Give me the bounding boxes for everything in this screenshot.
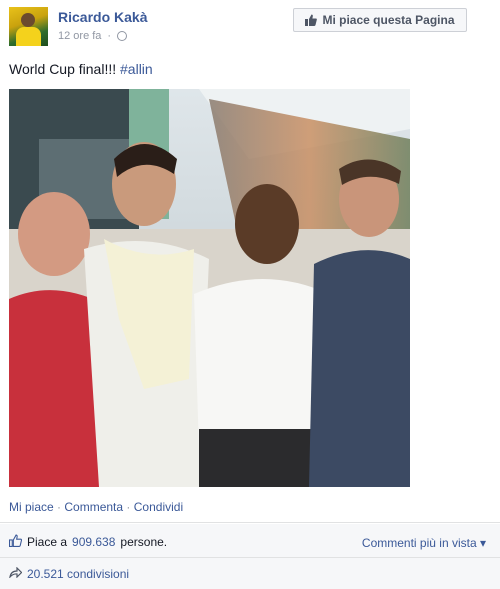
comments-sort-dropdown[interactable]: Commenti più in vista ▾ bbox=[362, 536, 486, 550]
section-divider bbox=[0, 522, 500, 523]
thumb-up-icon bbox=[9, 534, 23, 550]
likes-count[interactable]: 909.638 bbox=[72, 535, 115, 549]
like-page-button[interactable]: Mi piace questa Pagina bbox=[293, 8, 467, 32]
action-separator: · bbox=[57, 500, 62, 514]
hashtag-link[interactable]: #allin bbox=[120, 61, 153, 77]
author-name[interactable]: Ricardo Kakà bbox=[58, 9, 147, 25]
globe-icon[interactable] bbox=[117, 31, 128, 41]
likes-summary: Piace a 909.638 persone. bbox=[9, 534, 167, 550]
post-actions: Mi piace · Commenta · Condividi bbox=[9, 500, 183, 514]
avatar-shirt bbox=[16, 27, 41, 46]
post-text: World Cup final!!! #allin bbox=[9, 61, 153, 77]
shares-count: 20.521 condivisioni bbox=[27, 567, 130, 581]
like-page-label: Mi piace questa Pagina bbox=[322, 13, 455, 27]
likes-prefix: Piace a bbox=[27, 535, 68, 549]
comment-link[interactable]: Commenta bbox=[64, 500, 123, 514]
post-photo[interactable] bbox=[9, 89, 410, 487]
separator-dot: · bbox=[107, 30, 112, 42]
share-arrow-icon bbox=[9, 566, 23, 581]
author-avatar[interactable] bbox=[9, 7, 48, 46]
post-meta: 12 ore fa · bbox=[58, 30, 128, 42]
post-text-main: World Cup final!!! bbox=[9, 61, 121, 77]
share-link[interactable]: Condividi bbox=[134, 500, 183, 514]
like-link[interactable]: Mi piace bbox=[9, 500, 54, 514]
shares-summary[interactable]: 20.521 condivisioni bbox=[9, 566, 130, 581]
facebook-post: Ricardo Kakà 12 ore fa · Mi piace questa… bbox=[0, 0, 500, 589]
stadium-photo bbox=[9, 89, 410, 487]
post-timestamp[interactable]: 12 ore fa bbox=[58, 30, 101, 42]
action-separator: · bbox=[126, 500, 131, 514]
avatar-head bbox=[21, 13, 35, 27]
thumb-up-icon bbox=[305, 14, 318, 26]
likes-suffix: persone. bbox=[120, 535, 168, 549]
